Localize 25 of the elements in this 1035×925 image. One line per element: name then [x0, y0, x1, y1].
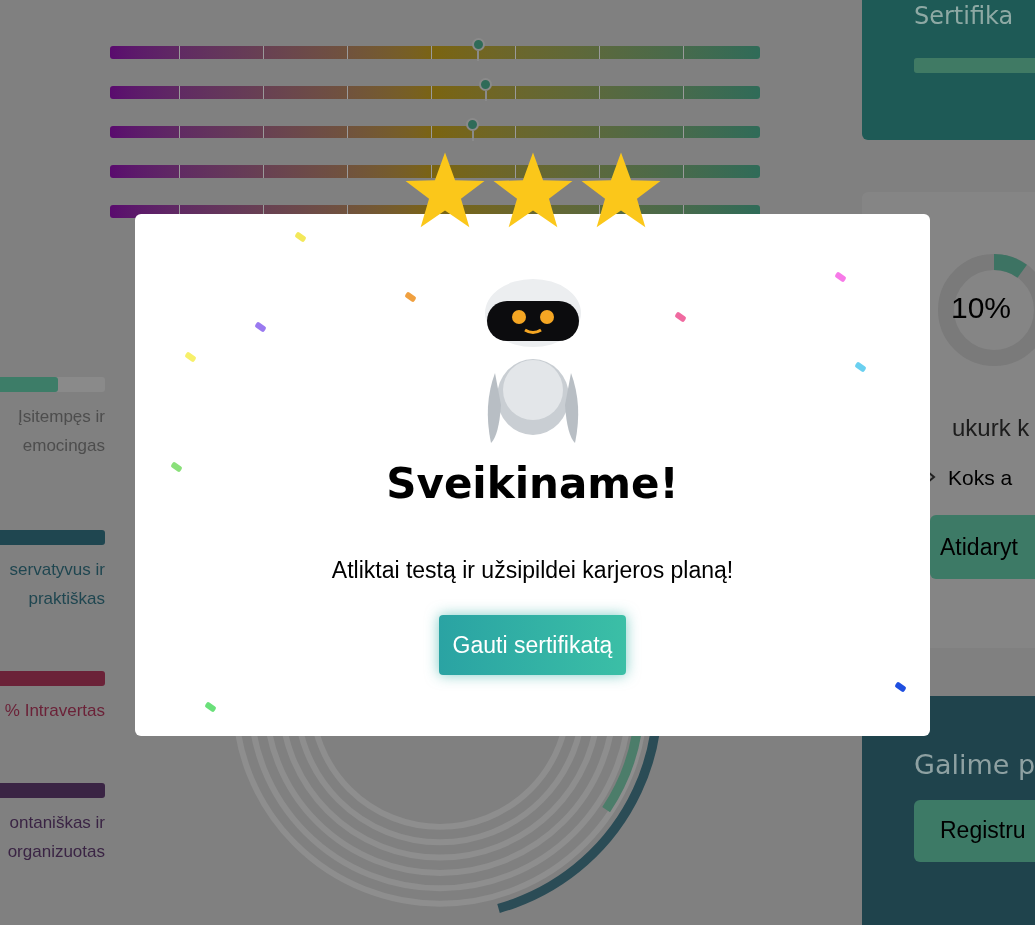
card-heading: ukurk k: [952, 412, 1031, 443]
card-title: Galime p: [914, 747, 1035, 782]
trait-label: servatyvus ir: [9, 559, 105, 581]
list-item-link[interactable]: Koks a: [948, 461, 1013, 494]
confetti-piece: [674, 311, 687, 323]
confetti-piece: [204, 701, 217, 713]
trait-label: % Intravertas: [4, 700, 105, 722]
trait-label: organizuotas: [7, 841, 105, 863]
confetti-piece: [404, 291, 417, 303]
confetti-piece: [184, 351, 197, 363]
register-button[interactable]: Registru: [914, 799, 1035, 862]
dialog-message: Atliktai testą ir užsipildei karjeros planą!: [331, 556, 734, 585]
dialog-title: Sveikiname!: [386, 459, 679, 509]
card-title: Sertifika: [914, 1, 1015, 30]
confetti-piece: [254, 321, 267, 333]
confetti-piece: [894, 681, 907, 693]
trait-label: praktiškas: [28, 588, 105, 610]
confetti-piece: [170, 461, 183, 473]
confetti-piece: [854, 361, 867, 373]
confetti-piece: [294, 231, 307, 243]
open-button[interactable]: Atidaryt: [930, 515, 1035, 580]
confetti-piece: [834, 271, 847, 283]
get-certificate-button[interactable]: Gauti sertifikatą: [438, 615, 627, 675]
trait-label: ontaniškas ir: [9, 812, 105, 834]
progress-percent: 10%: [951, 289, 1012, 326]
